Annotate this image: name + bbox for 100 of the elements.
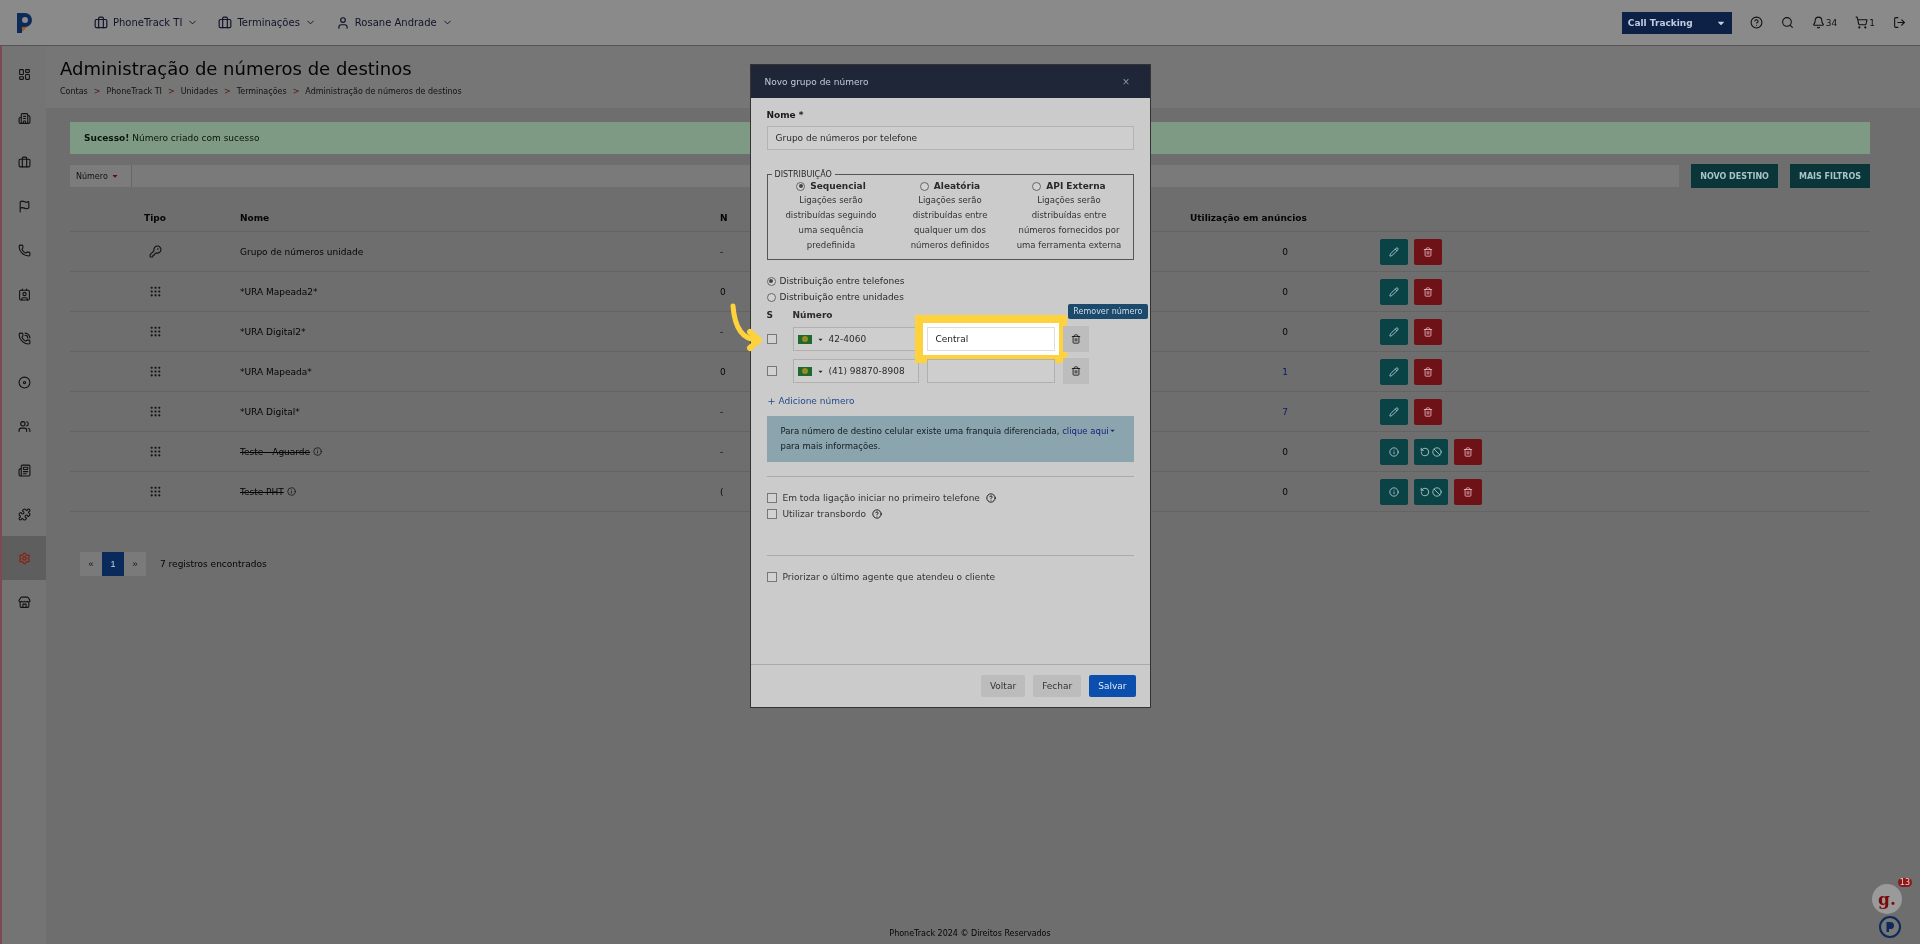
name-field[interactable]: Grupo de números por telefone: [766, 126, 1134, 150]
help-icon[interactable]: [1749, 16, 1763, 29]
plus-icon: [766, 396, 776, 406]
undo-icon: [1420, 486, 1430, 497]
delete-button[interactable]: [1414, 278, 1442, 305]
checkbox[interactable]: [766, 493, 777, 503]
info-button[interactable]: [1380, 478, 1408, 505]
dialog-button[interactable]: Fechar: [1033, 675, 1082, 697]
logout-icon[interactable]: [1893, 16, 1906, 29]
delete-button[interactable]: [1414, 358, 1442, 385]
trash-icon: [1423, 286, 1433, 297]
pencil-icon: [1389, 326, 1399, 337]
close-button[interactable]: ×: [1116, 73, 1136, 90]
delete-button[interactable]: [1414, 398, 1442, 425]
trash-icon: [1463, 486, 1473, 497]
help-icon[interactable]: [985, 493, 996, 503]
edit-button[interactable]: [1380, 278, 1408, 305]
table-cell: 0: [1282, 246, 1288, 257]
delete-button[interactable]: [1414, 318, 1442, 345]
info-icon[interactable]: [286, 487, 296, 496]
pencil-icon: [1389, 286, 1399, 297]
edit-button[interactable]: [1380, 238, 1408, 265]
toolbar-button[interactable]: NOVO DESTINO: [1691, 164, 1778, 188]
pencil-icon: [1389, 366, 1399, 377]
table-cell[interactable]: 7: [1282, 406, 1288, 417]
dialog-button[interactable]: Salvar: [1089, 675, 1136, 697]
building-icon: [17, 111, 31, 125]
caret-icon: [110, 172, 119, 180]
user-icon: [335, 15, 350, 30]
checkbox-label: Utilizar transbordo: [782, 509, 867, 519]
column-header[interactable]: Nome: [240, 212, 270, 223]
dialog-button[interactable]: Voltar: [980, 675, 1026, 697]
edit-button[interactable]: [1380, 358, 1408, 385]
edit-button[interactable]: [1380, 398, 1408, 425]
radio-option[interactable]: Distribuição entre unidades: [766, 292, 904, 302]
checkbox[interactable]: [766, 509, 777, 519]
edit-button[interactable]: [1380, 318, 1408, 345]
table-cell: 0: [1282, 486, 1288, 497]
checkbox[interactable]: [766, 366, 777, 376]
previous-page-button[interactable]: «: [80, 552, 102, 576]
flag-icon: [17, 199, 31, 213]
table-cell: 0: [1282, 286, 1288, 297]
delete-button[interactable]: [1062, 326, 1089, 352]
briefcase-icon: [94, 15, 108, 30]
destination-name-field[interactable]: [926, 359, 1055, 383]
info-icon[interactable]: [313, 447, 323, 456]
nav-menu[interactable]: Rosane Andrade: [335, 15, 453, 30]
notifications-button[interactable]: 34: [1811, 16, 1838, 29]
column-header[interactable]: N: [720, 212, 728, 223]
toolbar-button[interactable]: MAIS FILTROS: [1789, 164, 1870, 188]
keypad-icon: [148, 285, 162, 298]
pointer-arrow: [728, 302, 763, 352]
info-button[interactable]: [1380, 438, 1408, 465]
radio-option[interactable]: API Externa: [1032, 181, 1106, 191]
newspaper-icon: [17, 463, 31, 477]
page-button[interactable]: 1: [102, 552, 124, 576]
delete-button[interactable]: [1062, 358, 1089, 384]
product-select[interactable]: Call Tracking: [1621, 11, 1732, 34]
puzzle-icon: [17, 507, 31, 521]
restore-button[interactable]: [1414, 438, 1448, 465]
checkbox[interactable]: [766, 334, 777, 344]
table-cell: 0: [1282, 446, 1288, 457]
keypad-icon: [148, 445, 162, 458]
breadcrumb-link[interactable]: Terminações: [236, 87, 287, 96]
help-icon[interactable]: [872, 509, 883, 519]
record-count: 7 registros encontrados: [160, 559, 267, 569]
table-cell: 0: [720, 286, 726, 297]
add-number-link[interactable]: Adicione número: [766, 396, 855, 406]
search-icon[interactable]: [1780, 16, 1794, 29]
info-icon: [1389, 486, 1399, 497]
info-icon: [1389, 446, 1399, 457]
delete-button[interactable]: [1454, 478, 1482, 505]
table-cell[interactable]: 1: [1282, 366, 1288, 377]
column-header: S: [766, 310, 774, 320]
trash-icon: [1463, 446, 1473, 457]
delete-button[interactable]: [1414, 238, 1442, 265]
cart-button[interactable]: 1: [1855, 16, 1875, 29]
radio-option[interactable]: Sequencial: [796, 181, 866, 191]
breadcrumb-link[interactable]: PhoneTrack TI: [106, 87, 162, 96]
trash-icon: [1423, 326, 1433, 337]
radio-option[interactable]: Aleatória: [919, 181, 981, 191]
destination-name-field[interactable]: Central: [926, 327, 1055, 351]
breadcrumb-link[interactable]: Unidades: [180, 87, 218, 96]
field-label: Nome *: [766, 110, 805, 120]
checkbox[interactable]: [766, 572, 777, 582]
info-link[interactable]: clique aqui: [1062, 426, 1116, 436]
phone-field[interactable]: (41) 98870-8908: [792, 359, 919, 383]
column-header[interactable]: Utilização em anúncios: [1190, 212, 1307, 223]
option-description: Ligações serão distribuídas entre números fornecidos por uma ferramenta externa: [1015, 194, 1123, 252]
next-page-button[interactable]: »: [124, 552, 146, 576]
page-title: Administração de números de destinos: [60, 58, 413, 79]
nav-menu[interactable]: Terminações: [218, 15, 316, 30]
breadcrumb-link[interactable]: Administração de números de destinos: [305, 87, 462, 96]
radio-option[interactable]: Distribuição entre telefones: [766, 276, 905, 286]
restore-button[interactable]: [1414, 478, 1448, 505]
nav-menu[interactable]: PhoneTrack TI: [94, 15, 199, 30]
breadcrumb-link[interactable]: Contas: [60, 87, 88, 96]
delete-button[interactable]: [1454, 438, 1482, 465]
column-header[interactable]: Tipo: [144, 212, 166, 223]
trash-icon: [1070, 366, 1081, 376]
